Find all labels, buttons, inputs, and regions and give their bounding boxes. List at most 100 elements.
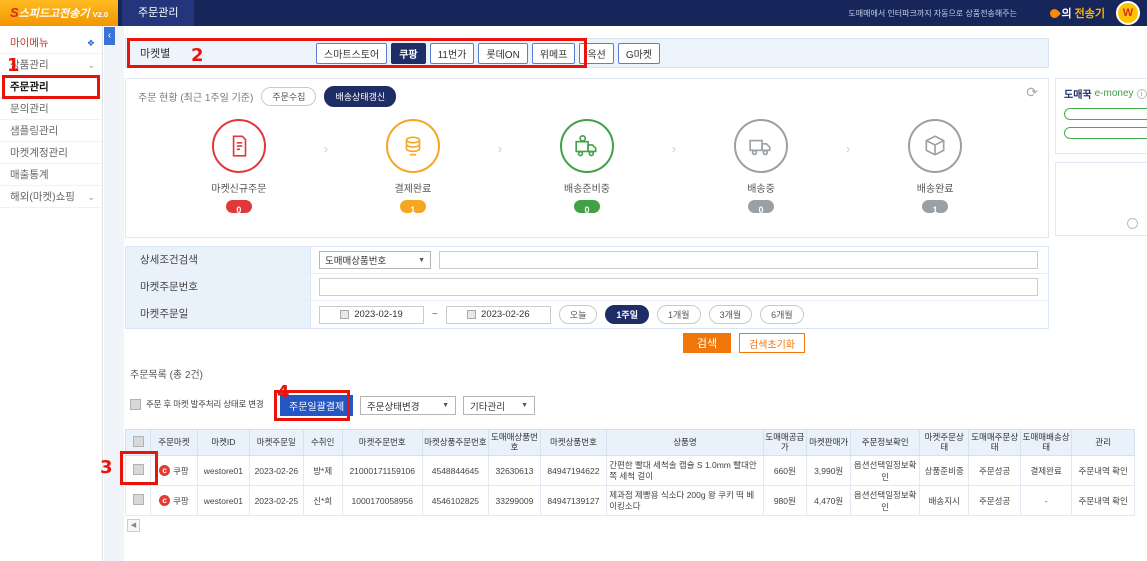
calendar-icon: [467, 310, 477, 319]
search-button[interactable]: 검색: [683, 333, 731, 353]
item-order-no: 4546102825: [421, 485, 490, 516]
sidebar-item-sampling[interactable]: 샘플링관리: [0, 120, 102, 142]
etc-manage-select[interactable]: 기타관리 ▼: [463, 396, 535, 415]
status-step-delivered[interactable]: 배송완료 1: [850, 119, 1020, 215]
auto-status-checkbox[interactable]: [130, 398, 141, 410]
sidebar-item-products[interactable]: 상품관리 ⌄: [0, 54, 102, 76]
row-checkbox[interactable]: [132, 464, 144, 475]
order-detail-link[interactable]: 주문내역 확인: [1071, 485, 1135, 516]
emoney-panel: 도매꾹 e-money i: [1055, 78, 1147, 154]
col-header: 마켓주문상태: [919, 429, 970, 456]
help-circle-icon[interactable]: [1127, 218, 1138, 229]
status-step-paid[interactable]: 결제완료 1: [328, 119, 498, 215]
bulk-pay-button[interactable]: 주문일괄결제: [280, 395, 354, 416]
emoney-balance-pill: [1064, 108, 1147, 120]
order-date: 2023-02-26: [249, 455, 304, 486]
chevron-down-icon: ⌄: [87, 60, 95, 70]
sidebar-item-my-menu[interactable]: 마이메뉴 ❖: [0, 32, 102, 54]
receiver: 방*제: [302, 455, 343, 486]
order-no: 21000171159106: [341, 455, 423, 486]
search-type-select[interactable]: 도매매상품번호 ▼: [319, 251, 431, 269]
product-name: 간편한 빨대 세척솔 캡슐 S 1.0mm 빨대안쪽 세척 걸이: [606, 455, 764, 486]
step-count-badge: 0: [573, 200, 600, 215]
col-header: 마켓주문일: [249, 429, 304, 456]
shipping-status-refresh-button[interactable]: 배송상태갱신: [324, 86, 397, 107]
status-step-preparing[interactable]: 배송준비중 0: [502, 119, 672, 215]
market-filter-bar: 마켓별 스마트스토어 쿠팡 11번가 롯데ON 위메프 옥션 G마켓: [125, 38, 1049, 68]
col-header: 마켓주문번호: [341, 429, 423, 456]
refresh-icon[interactable]: ⟳: [1026, 84, 1038, 101]
order-info-check[interactable]: 옵션선택일정보확인: [850, 455, 921, 486]
market-order-status: 배송지시: [919, 485, 970, 516]
col-header: 도매매공급가: [762, 429, 808, 456]
logo-text: 스피드고전송기: [18, 8, 90, 20]
sidebar-item-overseas[interactable]: 해외(마켓)쇼핑 ⌄: [0, 186, 102, 208]
market-tab-11st[interactable]: 11번가: [429, 42, 475, 64]
detail-search-input[interactable]: [439, 251, 1038, 269]
market-tab-gmarket[interactable]: G마켓: [617, 42, 660, 64]
search-row-label: 상세조건검색: [126, 247, 311, 273]
order-info-check[interactable]: 옵션선택일정보확인: [850, 485, 921, 516]
market-tab-wemakeprice[interactable]: 위메프: [531, 42, 576, 64]
order-list-title: 주문목록 (총 2건): [130, 370, 203, 381]
market-tab-auction[interactable]: 옥션: [579, 42, 614, 64]
sidebar-item-inquiries[interactable]: 문의관리: [0, 98, 102, 120]
sidebar-item-label: 문의관리: [10, 103, 49, 115]
step-label: 결제완료: [394, 184, 432, 195]
status-step-shipping[interactable]: 배송중 0: [676, 119, 846, 215]
sidebar-item-market-accounts[interactable]: 마켓계정관리: [0, 142, 102, 164]
tab-order-management[interactable]: 주문관리: [122, 0, 195, 26]
app-logo[interactable]: S스피드고전송기 V2.0: [0, 0, 118, 26]
sidebar: 마이메뉴 ❖ 상품관리 ⌄ 주문관리 문의관리 샘플링관리 마켓계정관리 매출통…: [0, 26, 103, 561]
range-3month-button[interactable]: 3개월: [708, 305, 753, 324]
step-count-badge: 0: [748, 200, 775, 215]
step-label: 마켓신규주문: [211, 184, 267, 195]
sidebar-item-label: 샘플링관리: [10, 125, 59, 137]
sidebar-item-sales-stats[interactable]: 매출통계: [0, 164, 102, 186]
step-circle: [908, 119, 963, 173]
sidebar-collapse-button[interactable]: ‹: [104, 27, 115, 45]
step-label: 배송준비중: [563, 184, 610, 195]
brand-name: 전송기: [1074, 8, 1105, 20]
sidebar-item-orders[interactable]: 주문관리: [0, 76, 102, 98]
market-item-no: 84947139127: [539, 485, 608, 516]
sidebar-gutter: [104, 26, 124, 561]
site-badge[interactable]: W: [1116, 1, 1140, 25]
market-tab-smartstore[interactable]: 스마트스토어: [316, 42, 388, 64]
order-collect-button[interactable]: 주문수집: [261, 87, 317, 106]
market-order-no-input[interactable]: [319, 278, 1038, 296]
select-value: 주문상태변경: [367, 401, 420, 413]
calendar-icon: [340, 310, 350, 319]
info-icon[interactable]: i: [1136, 88, 1147, 99]
status-steps: 마켓신규주문 0 › 결제완료 1 › 배송준비중 0 › 배송중 0 › 배송…: [126, 119, 1048, 215]
col-header: 주문정보확인: [850, 429, 921, 456]
market-tab-lotteon[interactable]: 롯데ON: [478, 42, 528, 64]
market-tab-coupang[interactable]: 쿠팡: [391, 42, 426, 64]
date-from-input[interactable]: 2023-02-19: [319, 305, 424, 324]
range-6month-button[interactable]: 6개월: [760, 305, 804, 324]
range-today-button[interactable]: 오늘: [558, 305, 598, 324]
select-all-checkbox[interactable]: [132, 435, 144, 447]
order-detail-link[interactable]: 주문내역 확인: [1071, 455, 1135, 486]
item-order-no: 4548844645: [421, 455, 490, 486]
step-circle: [734, 119, 789, 173]
sidebar-item-label: 주문관리: [10, 81, 49, 93]
step-count-badge: 1: [922, 200, 949, 215]
range-1month-button[interactable]: 1개월: [656, 305, 701, 324]
step-count-badge: 1: [399, 200, 426, 215]
range-1week-button[interactable]: 1주일: [605, 305, 649, 324]
status-step-new-orders[interactable]: 마켓신규주문 0: [154, 119, 324, 215]
row-checkbox[interactable]: [132, 494, 144, 505]
scroll-left-button[interactable]: ◀: [127, 519, 140, 532]
chevron-down-icon: ⌄: [87, 192, 95, 202]
truck-clock-icon: [575, 135, 597, 157]
date-to-input[interactable]: 2023-02-26: [445, 305, 551, 324]
order-status-change-select[interactable]: 주문상태변경 ▼: [360, 396, 456, 415]
flame-icon: [1047, 6, 1061, 20]
search-reset-button[interactable]: 검색초기화: [739, 333, 805, 353]
search-row-detail: 상세조건검색 도매매상품번호 ▼: [126, 247, 1048, 274]
col-header: 마켓판매가: [806, 429, 852, 456]
search-form: 상세조건검색 도매매상품번호 ▼ 마켓주문번호 마켓주문일 2023-02-19…: [125, 246, 1049, 329]
col-header: 주문마켓: [150, 429, 198, 456]
date-from-value: 2023-02-19: [354, 309, 403, 320]
